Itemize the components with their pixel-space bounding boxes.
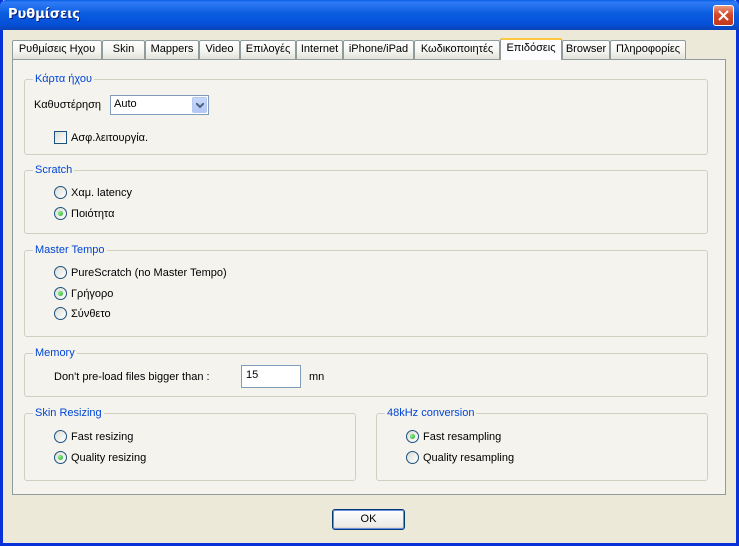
dropdown-button[interactable] [192, 97, 207, 113]
chevron-down-icon [196, 103, 204, 109]
tab-video[interactable]: Video [199, 40, 240, 59]
master-tempo-group: Master Tempo PureScratch (no Master Temp… [24, 244, 708, 337]
latency-value: Auto [114, 98, 137, 110]
quality-label: Ποιότητα [71, 208, 115, 220]
fast-label: Γρήγορο [71, 288, 114, 300]
skin-resizing-legend: Skin Resizing [33, 407, 104, 420]
tab-label: iPhone/iPad [348, 43, 409, 55]
quality-resampling-label: Quality resampling [423, 452, 515, 464]
close-button[interactable] [713, 5, 734, 26]
preload-unit: mn [309, 371, 325, 383]
latency-label: Καθυστέρηση [34, 99, 102, 111]
title-bar[interactable]: Ρυθμίσεις [0, 0, 739, 30]
memory-legend: Memory [33, 347, 77, 360]
quality-radio[interactable] [54, 207, 67, 220]
tab-iphone-ipad[interactable]: iPhone/iPad [343, 40, 414, 59]
tab-label: Browser [565, 43, 607, 55]
fast-resampling-radio[interactable] [406, 430, 419, 443]
skin-resizing-group: Skin Resizing Fast resizing Quality resi… [24, 407, 356, 481]
radio-selected-dot [58, 455, 63, 460]
scratch-legend: Scratch [33, 164, 75, 177]
tab-encoders[interactable]: Κωδικοποιητές [414, 40, 500, 59]
quality-resizing-radio[interactable] [54, 451, 67, 464]
tab-label: Internet [300, 43, 339, 55]
fast-radio[interactable] [54, 287, 67, 300]
sound-card-group: Κάρτα ήχου Καθυστέρηση Auto Ασφ.λειτουργ… [24, 73, 708, 155]
tab-label: Video [205, 43, 234, 55]
tab-internet[interactable]: Internet [296, 40, 343, 59]
fast-resizing-label: Fast resizing [71, 431, 134, 443]
radio-selected-dot [410, 434, 415, 439]
tab-label: Ρυθμίσεις Ηχου [18, 43, 96, 55]
tab-label: Επιδόσεις [506, 42, 556, 54]
tab-label: Mappers [150, 43, 194, 55]
conversion-48khz-legend: 48kHz conversion [385, 407, 477, 420]
purescratch-radio[interactable] [54, 266, 67, 279]
sound-card-legend: Κάρτα ήχου [33, 73, 94, 86]
master-tempo-legend: Master Tempo [33, 244, 107, 257]
memory-group: Memory Don't pre-load files bigger than … [24, 347, 708, 397]
complex-label: Σύνθετο [71, 308, 111, 320]
tab-browser[interactable]: Browser [562, 40, 610, 59]
conversion-48khz-group: 48kHz conversion Fast resampling Quality… [376, 407, 708, 481]
radio-selected-dot [58, 211, 63, 216]
low-latency-radio[interactable] [54, 186, 67, 199]
radio-selected-dot [58, 291, 63, 296]
tab-info[interactable]: Πληροφορίες [610, 40, 686, 59]
latency-dropdown[interactable]: Auto [110, 95, 209, 115]
tab-label: Επιλογές [245, 43, 291, 55]
tab-mappers[interactable]: Mappers [145, 40, 199, 59]
purescratch-label: PureScratch (no Master Tempo) [71, 267, 227, 279]
window-title: Ρυθμίσεις [8, 7, 81, 22]
low-latency-label: Χαμ. latency [71, 187, 132, 199]
tab-label: Κωδικοποιητές [420, 43, 494, 55]
preload-label: Don't pre-load files bigger than : [54, 371, 210, 383]
fast-resampling-label: Fast resampling [423, 431, 502, 443]
preload-size-input[interactable]: 15 [241, 365, 301, 388]
close-icon [718, 10, 729, 21]
fast-resizing-radio[interactable] [54, 430, 67, 443]
scratch-group: Scratch Χαμ. latency Ποιότητα [24, 164, 708, 234]
complex-radio[interactable] [54, 307, 67, 320]
tab-audio-settings[interactable]: Ρυθμίσεις Ηχου [12, 40, 102, 59]
tab-label: Skin [112, 43, 135, 55]
quality-resampling-radio[interactable] [406, 451, 419, 464]
ok-button[interactable]: OK [332, 509, 405, 530]
tab-label: Πληροφορίες [615, 43, 681, 55]
tab-performance[interactable]: Επιδόσεις [500, 38, 562, 60]
tab-skin[interactable]: Skin [102, 40, 145, 59]
safe-mode-checkbox[interactable] [54, 131, 67, 144]
performance-panel: Κάρτα ήχου Καθυστέρηση Auto Ασφ.λειτουργ… [12, 59, 726, 495]
safe-mode-label: Ασφ.λειτουργία. [71, 132, 149, 144]
preload-size-value: 15 [246, 369, 259, 381]
quality-resizing-label: Quality resizing [71, 452, 147, 464]
tab-options[interactable]: Επιλογές [240, 40, 296, 59]
